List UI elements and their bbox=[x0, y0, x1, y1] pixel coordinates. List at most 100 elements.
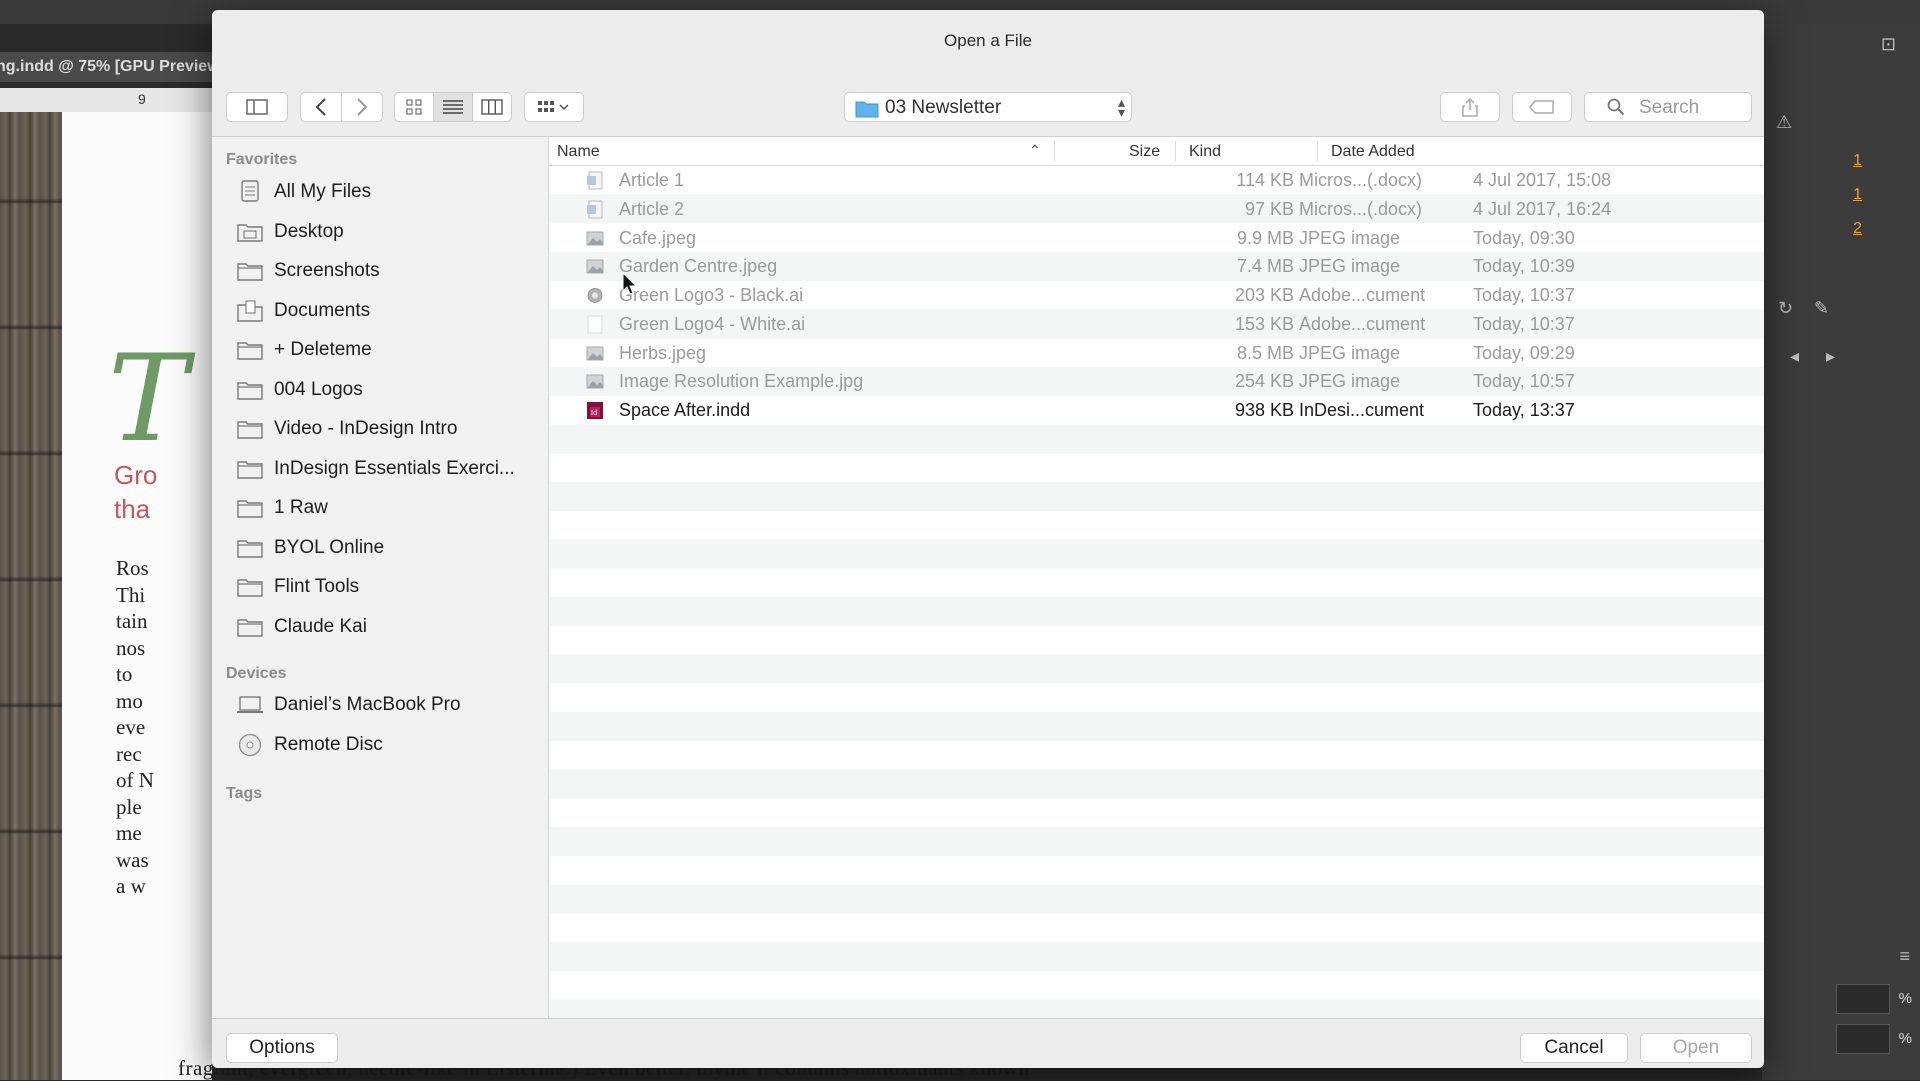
forward-button[interactable] bbox=[341, 92, 383, 122]
options-button[interactable]: Options bbox=[226, 1033, 338, 1063]
sidebar-item[interactable]: Desktop bbox=[236, 216, 536, 248]
popup-arrows-icon: ▴ ▾ bbox=[1117, 94, 1125, 120]
column-divider[interactable] bbox=[1054, 141, 1055, 161]
folder-icon bbox=[236, 615, 264, 639]
sidebar-item[interactable]: All My Files bbox=[236, 176, 536, 208]
sidebar-item[interactable]: Video - InDesign Intro bbox=[236, 413, 536, 445]
file-size: 254 KB bbox=[1234, 371, 1294, 392]
column-view-button[interactable] bbox=[472, 92, 512, 122]
file-row[interactable]: Garden Centre.jpeg 7.4 MB JPEG image Today,… bbox=[549, 252, 1764, 281]
file-row[interactable]: Id Space After.indd 938 KB InDesi...cument T… bbox=[549, 396, 1764, 425]
pencil-icon[interactable]: ✎ bbox=[1814, 298, 1829, 319]
dialog-footer: Options Cancel Open bbox=[212, 1018, 1764, 1068]
file-date: 4 Jul 2017, 16:24 bbox=[1473, 198, 1612, 219]
file-name: Image Resolution Example.jpg bbox=[619, 371, 864, 392]
image-file-icon bbox=[586, 257, 604, 276]
sidebar-item-label: Desktop bbox=[274, 220, 344, 242]
sidebar-item[interactable]: BYOL Online bbox=[236, 532, 536, 564]
indesign-file-icon: Id bbox=[586, 401, 604, 420]
file-row[interactable]: Cafe.jpeg 9.9 MB JPEG image Today, 09:30 bbox=[549, 224, 1764, 253]
open-button[interactable]: Open bbox=[1640, 1033, 1752, 1063]
sidebar-item[interactable]: Screenshots bbox=[236, 255, 536, 287]
page-number-link[interactable]: 2 bbox=[1853, 220, 1862, 238]
sidebar-item-label: All My Files bbox=[274, 181, 372, 202]
percent-label: % bbox=[1898, 990, 1912, 1007]
chevron-left-icon bbox=[315, 98, 326, 116]
list-icon bbox=[443, 100, 463, 114]
file-kind: InDesi...cument bbox=[1299, 400, 1425, 420]
document-tab[interactable]: ng.indd @ 75% [GPU Preview bbox=[0, 52, 212, 82]
sidebar-item[interactable]: 1 Raw bbox=[236, 492, 536, 524]
sidebar-item[interactable]: Claude Kai bbox=[236, 611, 536, 643]
percent-field[interactable] bbox=[1836, 984, 1890, 1014]
tag-icon bbox=[1529, 100, 1554, 114]
sidebar-item[interactable]: Remote Disc bbox=[236, 729, 536, 761]
file-name: Green Logo4 - White.ai bbox=[619, 313, 806, 334]
file-row[interactable]: Article 1 114 KB Micros...(.docx) 4 Jul 201… bbox=[549, 166, 1764, 195]
location-popup[interactable]: 03 Newsletter ▴ ▾ bbox=[844, 92, 1132, 122]
sidebar-item-label: Remote Disc bbox=[274, 733, 383, 755]
file-row[interactable]: Image Resolution Example.jpg 254 KB JPEG i… bbox=[549, 367, 1764, 396]
subheading-line: tha bbox=[114, 494, 151, 524]
sidebar-item[interactable]: Flint Tools bbox=[236, 571, 536, 603]
devices-header: Devices bbox=[226, 665, 287, 682]
panel-menu-icon[interactable]: ≡ bbox=[1899, 946, 1910, 967]
file-size: 7.4 MB bbox=[1236, 256, 1294, 277]
search-field[interactable]: Search bbox=[1584, 92, 1752, 122]
image-file-icon bbox=[586, 229, 604, 248]
sidebar-item-label: BYOL Online bbox=[274, 536, 385, 558]
prev-arrow-icon[interactable]: ◂ bbox=[1790, 346, 1799, 367]
percent-field[interactable] bbox=[1836, 1024, 1890, 1054]
next-arrow-icon[interactable]: ▸ bbox=[1826, 346, 1835, 367]
warning-icon[interactable]: ⚠ bbox=[1776, 112, 1792, 133]
list-view-button[interactable] bbox=[433, 92, 473, 122]
file-size: 114 KB bbox=[1236, 170, 1294, 190]
folder-icon bbox=[236, 575, 264, 599]
arrange-menu-button[interactable] bbox=[524, 92, 584, 122]
file-name: Article 1 bbox=[619, 170, 685, 190]
image-file-icon bbox=[586, 372, 604, 391]
sidebar-item[interactable]: 004 Logos bbox=[236, 374, 536, 406]
file-kind: JPEG image bbox=[1299, 256, 1401, 277]
column-divider[interactable] bbox=[1175, 141, 1176, 161]
file-date: Today, 10:57 bbox=[1473, 371, 1575, 392]
sort-ascending-icon[interactable]: ⌃ bbox=[1029, 142, 1041, 159]
subheading-line: Gro bbox=[114, 460, 158, 490]
column-kind-header[interactable]: Kind bbox=[1189, 143, 1221, 161]
page-number-link[interactable]: 1 bbox=[1853, 152, 1862, 170]
file-size: 8.5 MB bbox=[1236, 342, 1294, 363]
sidebar-item[interactable]: Daniel’s MacBook Pro bbox=[236, 689, 536, 721]
sidebar-toggle-button[interactable] bbox=[226, 92, 288, 122]
share-button[interactable] bbox=[1440, 92, 1500, 122]
icon-view-button[interactable] bbox=[394, 92, 434, 122]
refresh-icon[interactable]: ↻ bbox=[1778, 298, 1793, 319]
column-date-header[interactable]: Date Added bbox=[1331, 143, 1415, 161]
sidebar-item[interactable]: + Deleteme bbox=[236, 334, 536, 366]
image-file-icon bbox=[586, 344, 604, 363]
page-number-link[interactable]: 1 bbox=[1853, 186, 1862, 204]
column-size-header[interactable]: Size bbox=[1129, 143, 1160, 161]
sidebar-icon bbox=[246, 99, 268, 115]
body-text-line: rec bbox=[116, 741, 142, 766]
sidebar-item[interactable]: InDesign Essentials Exerci... bbox=[236, 453, 536, 485]
mouse-cursor-icon bbox=[622, 272, 638, 295]
file-row[interactable]: Green Logo3 - Black.ai 203 KB Adobe...cume… bbox=[549, 281, 1764, 310]
body-text-line: of N bbox=[116, 768, 154, 792]
file-name: Cafe.jpeg bbox=[619, 227, 697, 248]
icon-grid-icon bbox=[406, 99, 422, 115]
file-kind: JPEG image bbox=[1299, 342, 1401, 363]
file-row[interactable]: Herbs.jpeg 8.5 MB JPEG image Today, 09:29 bbox=[549, 339, 1764, 368]
panel-toggle-icon[interactable]: ⊡ bbox=[1881, 34, 1896, 55]
laptop-icon bbox=[236, 693, 264, 717]
file-row[interactable]: Article 2 97 KB Micros...(.docx) 4 Jul 2017… bbox=[549, 195, 1764, 224]
tag-button[interactable] bbox=[1512, 92, 1572, 122]
columns-icon bbox=[481, 99, 503, 115]
column-name-header[interactable]: Name bbox=[557, 143, 600, 161]
file-kind: JPEG image bbox=[1299, 227, 1401, 248]
sidebar-item[interactable]: Documents bbox=[236, 295, 536, 327]
column-divider[interactable] bbox=[1317, 141, 1318, 161]
back-button[interactable] bbox=[300, 92, 342, 122]
file-row[interactable]: Green Logo4 - White.ai 153 KB Adobe...cume… bbox=[549, 310, 1764, 339]
cancel-button[interactable]: Cancel bbox=[1520, 1033, 1628, 1063]
file-kind: Adobe...cument bbox=[1299, 313, 1426, 334]
